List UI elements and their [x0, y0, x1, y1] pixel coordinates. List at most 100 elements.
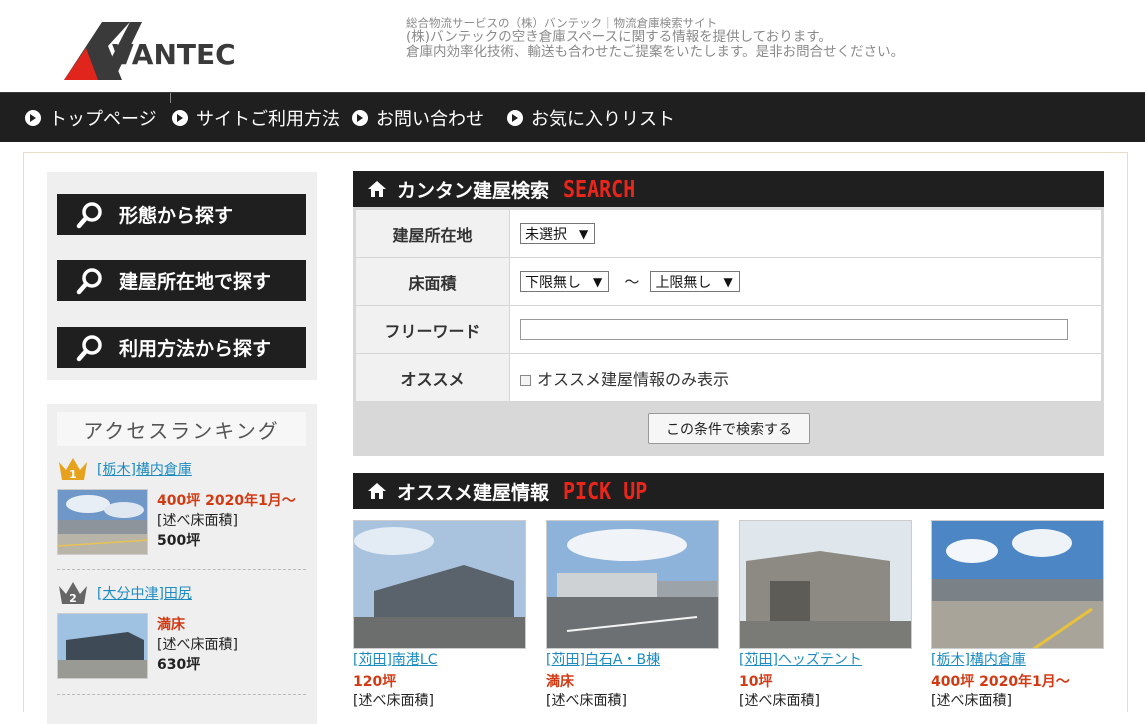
availability-status: 400坪 2020年1月～: [931, 674, 1070, 690]
location-cell: 未選択 ▼: [509, 209, 1102, 258]
arrow-circle-icon: [352, 110, 368, 126]
ranking-item-link[interactable]: [大分中津]田尻: [97, 583, 192, 603]
keyword-row: フリーワード: [355, 305, 1102, 354]
floor-min-select[interactable]: 下限無し ▼: [520, 271, 610, 293]
range-tilde: ～: [624, 272, 640, 291]
pickup-item-link[interactable]: [苅田]南港LC: [353, 652, 438, 668]
nav-divider: [170, 93, 171, 103]
availability-status: 10坪: [739, 674, 773, 690]
rank-number: 2: [69, 592, 77, 605]
pickup-title-en: PICK UP: [563, 477, 648, 505]
pickup-item-link[interactable]: [栃木]構内倉庫: [931, 652, 1026, 668]
warehouse-image: [58, 614, 147, 678]
floor-area-label: [述べ床面積]: [353, 693, 434, 709]
site-header: VANTEC 総合物流サービスの（株）バンテック｜物流倉庫検索サイト (株)バン…: [0, 0, 1145, 92]
nav-item-label: サイトご利用方法: [196, 109, 340, 130]
keyword-cell: [509, 305, 1102, 354]
search-submit-button[interactable]: この条件で検索する: [648, 413, 810, 444]
home-icon: [368, 181, 386, 197]
search-icon: [76, 267, 102, 294]
warehouse-image: [932, 521, 1103, 648]
tagline-line-2: 倉庫内効率化技術、輸送も合わせたご提案をいたします。是非お問合せください。: [406, 44, 905, 60]
availability-status: 120坪: [353, 674, 397, 690]
nav-item-howto[interactable]: サイトご利用方法: [172, 93, 340, 143]
recommend-checkbox[interactable]: [520, 374, 531, 386]
search-table: 建屋所在地 未選択 ▼ 床面積 下限無し ▼ ～ 上限無し ▼ フリーワード オ…: [355, 209, 1102, 402]
button-label: 利用方法から探す: [119, 338, 272, 360]
availability-status: 満床: [157, 617, 185, 633]
gold-crown-icon: 1: [59, 458, 87, 481]
ranking-divider: [57, 569, 306, 570]
dropdown-arrow-icon: ▼: [579, 226, 589, 241]
recommend-label: オススメ: [355, 353, 510, 402]
tagline-small: 総合物流サービスの（株）バンテック｜物流倉庫検索サイト: [406, 16, 718, 30]
warehouse-image: [740, 521, 911, 648]
floor-area-label: [述べ床面積]: [739, 693, 820, 709]
warehouse-photo[interactable]: [546, 520, 719, 649]
recommend-row: オススメ オススメ建屋情報のみ表示: [355, 353, 1102, 402]
nav-item-label: トップページ: [49, 109, 157, 130]
silver-crown-icon: 2: [59, 582, 87, 605]
nav-item-top[interactable]: トップページ: [25, 93, 157, 143]
search-icon: [76, 334, 102, 361]
select-value: 下限無し: [525, 274, 581, 291]
floor-area-label: [述べ床面積]: [157, 513, 238, 529]
select-value: 上限無し: [655, 274, 712, 291]
floor-area-row: 床面積 下限無し ▼ ～ 上限無し ▼: [355, 257, 1102, 306]
access-ranking: アクセスランキング 1 [栃木]構内倉庫 400坪 2020年1月～ [述べ床面…: [47, 404, 317, 724]
ranking-item-info: 満床 [述べ床面積] 630坪: [157, 615, 238, 675]
nav-item-label: お気に入りリスト: [531, 109, 675, 130]
recommend-cell: オススメ建屋情報のみ表示: [509, 353, 1102, 402]
select-value: 未選択: [525, 226, 567, 243]
search-by-type-button[interactable]: 形態から探す: [57, 194, 306, 235]
availability-status: 400坪 2020年1月～: [157, 493, 296, 509]
sidebar-search-box: 形態から探す 建屋所在地で探す 利用方法から探す: [47, 172, 317, 380]
warehouse-photo[interactable]: [57, 613, 148, 679]
floor-area-label: 床面積: [355, 257, 510, 306]
nav-item-contact[interactable]: お問い合わせ: [352, 93, 484, 143]
pickup-item-link[interactable]: [苅田]白石A・B棟: [546, 652, 660, 668]
warehouse-photo[interactable]: [353, 520, 526, 649]
search-icon: [76, 201, 102, 228]
warehouse-photo[interactable]: [931, 520, 1104, 649]
button-label: 建屋所在地で探す: [119, 271, 272, 293]
warehouse-image: [547, 521, 718, 648]
floor-area-label: [述べ床面積]: [157, 637, 238, 653]
recommend-checkbox-label[interactable]: オススメ建屋情報のみ表示: [537, 370, 729, 389]
pickup-card: [苅田]白石A・B棟 満床 [述べ床面積]: [546, 520, 719, 710]
warehouse-image: [354, 521, 525, 648]
floor-area-value: 630坪: [157, 657, 201, 673]
floor-area-label: [述べ床面積]: [931, 693, 1012, 709]
location-label: 建屋所在地: [355, 209, 510, 258]
arrow-circle-icon: [172, 110, 188, 126]
availability-status: 満床: [546, 674, 574, 690]
search-by-usage-button[interactable]: 利用方法から探す: [57, 327, 306, 368]
search-panel-title-en: SEARCH: [563, 175, 636, 203]
logo-wordmark: VANTEC: [112, 38, 236, 71]
ranking-item-link[interactable]: [栃木]構内倉庫: [97, 459, 192, 479]
pickup-item-link[interactable]: [苅田]ヘッズテント: [739, 652, 862, 668]
floor-max-select[interactable]: 上限無し ▼: [650, 271, 740, 293]
search-by-location-button[interactable]: 建屋所在地で探す: [57, 260, 306, 301]
warehouse-photo[interactable]: [739, 520, 912, 649]
keyword-label: フリーワード: [355, 305, 510, 354]
pickup-card: [苅田]ヘッズテント 10坪 [述べ床面積]: [739, 520, 912, 710]
ranking-item-info: 400坪 2020年1月～ [述べ床面積] 500坪: [157, 491, 296, 551]
warehouse-photo[interactable]: [57, 489, 148, 555]
arrow-circle-icon: [25, 110, 41, 126]
location-select[interactable]: 未選択 ▼: [520, 223, 596, 244]
search-panel-title: カンタン建屋検索: [397, 179, 550, 202]
keyword-input[interactable]: [520, 319, 1068, 340]
tagline-line-1: (株)バンテックの空き倉庫スペースに関する情報を提供しております。: [406, 29, 832, 45]
floor-area-label: [述べ床面積]: [546, 693, 627, 709]
nav-item-favorites[interactable]: お気に入りリスト: [507, 93, 675, 143]
button-label: 形態から探す: [119, 205, 234, 227]
floor-area-cell: 下限無し ▼ ～ 上限無し ▼: [509, 257, 1102, 306]
warehouse-image: [58, 490, 147, 554]
global-nav: トップページ サイトご利用方法 お問い合わせ お気に入りリスト: [0, 92, 1145, 142]
arrow-circle-icon: [507, 110, 523, 126]
pickup-title: オススメ建屋情報: [397, 481, 550, 504]
home-icon: [368, 483, 386, 499]
search-panel-header: カンタン建屋検索 SEARCH: [353, 171, 1104, 207]
rank-number: 1: [69, 468, 77, 481]
